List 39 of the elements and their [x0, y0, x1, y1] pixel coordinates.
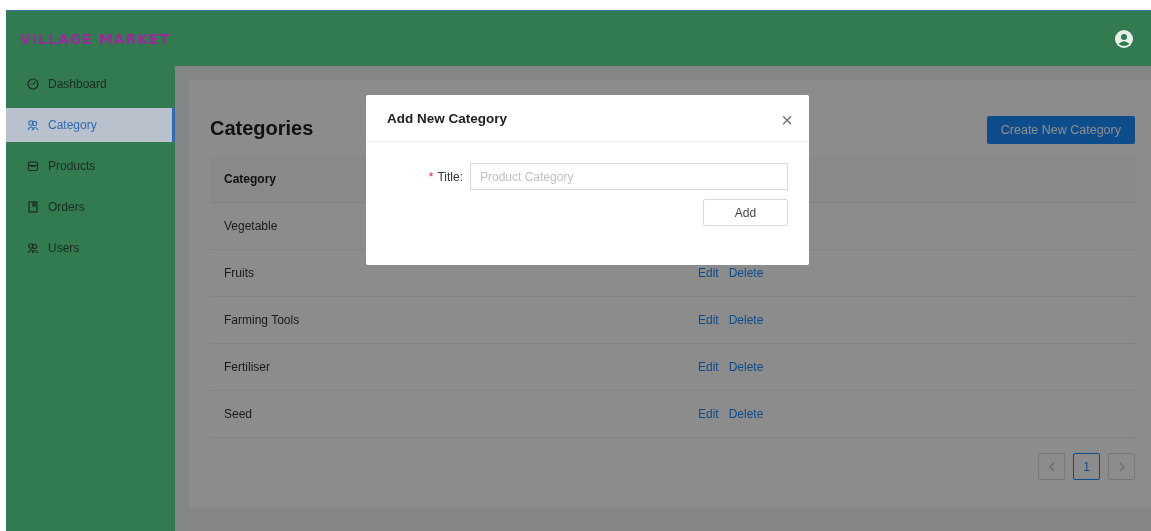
table-cell-text: Farming Tools: [223, 313, 301, 327]
table-cell-text: Vegetable: [223, 219, 279, 233]
people-icon: [27, 119, 39, 131]
page-title: Categories: [210, 116, 314, 140]
book-icon: [27, 201, 39, 213]
action-link[interactable]: Edit: [698, 313, 719, 327]
table-cell-text: Fertiliser: [223, 360, 271, 374]
title-input-field[interactable]: Product Category: [470, 163, 788, 190]
field-label: Title:: [437, 169, 463, 184]
dialog-title: Add New Category: [387, 110, 508, 126]
next-page-button[interactable]: [1108, 453, 1135, 480]
sidebar-item[interactable]: Orders: [6, 190, 175, 224]
action-link[interactable]: Edit: [698, 407, 719, 421]
action-link[interactable]: Edit: [698, 360, 719, 374]
action-link[interactable]: Edit: [698, 266, 719, 280]
add-button[interactable]: Add: [703, 199, 788, 226]
brand-logo: VILLAGE MARKET: [20, 30, 171, 47]
action-link[interactable]: Delete: [728, 266, 764, 280]
table-cell-text: Seed: [223, 407, 254, 421]
table-cell-text: Fruits: [223, 266, 255, 280]
column-header: Category: [224, 172, 276, 186]
sidebar-item[interactable]: Dashboard: [6, 67, 175, 101]
chevron-left-icon: [1047, 461, 1056, 472]
action-link[interactable]: Delete: [728, 407, 764, 421]
required-mark: *: [428, 169, 434, 184]
close-button[interactable]: ×: [781, 110, 793, 130]
action-link[interactable]: Delete: [728, 313, 764, 327]
sidebar-item[interactable]: Users: [6, 231, 175, 265]
sidebar-item[interactable]: Products: [6, 149, 175, 183]
chevron-right-icon: [1117, 461, 1126, 472]
bag-icon: [27, 160, 39, 172]
people-icon: [27, 242, 39, 254]
gauge-icon: [27, 78, 39, 90]
action-link[interactable]: Delete: [728, 360, 764, 374]
sidebar-item[interactable]: Category: [6, 108, 175, 142]
user-icon[interactable]: [1115, 29, 1133, 48]
previous-page-button[interactable]: [1038, 453, 1065, 480]
create-category-button[interactable]: Create New Category: [986, 116, 1135, 144]
page-button[interactable]: 1: [1073, 453, 1100, 480]
